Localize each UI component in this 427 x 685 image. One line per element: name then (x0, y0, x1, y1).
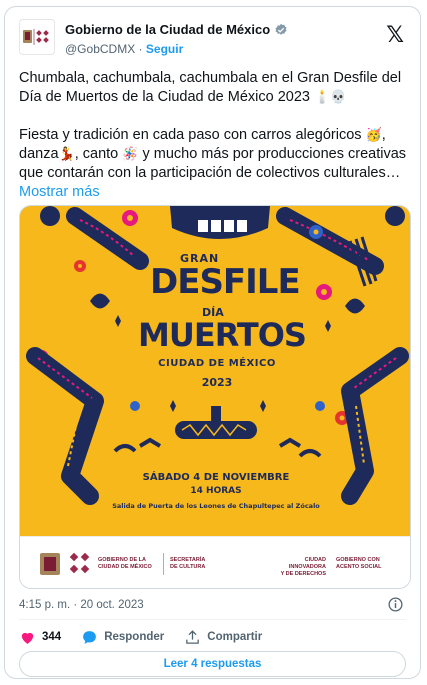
tweet-paragraph-1: Chumbala, cachumbala, cachumbala en el G… (19, 69, 411, 107)
verified-badge-icon (275, 23, 287, 35)
footer-slogan2-line2: ACENTO SOCIAL (336, 564, 382, 570)
footer-sec-line2: DE CULTURA (170, 564, 206, 570)
avatar[interactable] (19, 19, 55, 55)
tweet-text-part-a: Fiesta y tradición en cada paso con carr… (19, 127, 362, 143)
read-replies-button[interactable]: Leer 4 respuestas (19, 651, 406, 677)
tweet-text: Chumbala, cachumbala, cachumbala en el G… (19, 69, 411, 221)
reply-button[interactable]: Responder (81, 629, 164, 646)
account-handle[interactable]: @GobCDMX (65, 42, 135, 56)
footer-slogan2-line1: GOBIERNO CON (336, 557, 380, 563)
footer-slogan2: GOBIERNO CON ACENTO SOCIAL (336, 557, 381, 571)
poster-time: 14 HORAS (190, 486, 242, 496)
share-upload-icon (186, 629, 200, 644)
party-face-emoji-icon: 🥳 (365, 128, 382, 143)
footer-separator (163, 553, 164, 575)
show-more-link[interactable]: Mostrar más (19, 184, 100, 200)
reply-label: Responder (104, 631, 165, 643)
tweet-text-part-c: , canto (74, 146, 119, 162)
pinata-emoji-icon: 🪅 (122, 147, 139, 162)
footer-slogan1-line1: CIUDAD INNOVADORA (288, 557, 326, 570)
poster-title-desfile: DESFILE (150, 262, 301, 302)
heart-icon (21, 632, 34, 644)
coat-of-arms-icon (40, 553, 60, 575)
footer-slogan1: CIUDAD INNOVADORA Y DE DERECHOS (266, 557, 326, 578)
tweet-media[interactable]: GRAN DESFILE DÍA MUERTOS CIUDAD DE MÉXIC… (19, 205, 411, 589)
tweet-paragraph-2: Fiesta y tradición en cada paso con carr… (19, 126, 411, 202)
share-button[interactable]: Compartir (184, 629, 262, 646)
footer-sec-text: SECRETARÍA DE CULTURA (170, 557, 205, 571)
like-count: 344 (42, 631, 62, 643)
cdmx-pattern-icon (69, 552, 90, 574)
dancer-emoji-icon: 💃 (58, 147, 75, 162)
x-logo-icon[interactable]: 𝕏 (386, 23, 404, 48)
poster-route: Salida de Puerta de los Leones de Chapul… (112, 502, 320, 510)
account-name[interactable]: Gobierno de la Ciudad de México (65, 22, 270, 37)
poster-title-muertos: MUERTOS (138, 316, 307, 354)
footer-gov-line1: GOBIERNO DE LA (98, 557, 146, 563)
account-meta: @GobCDMX · Seguir (65, 42, 183, 56)
follow-button[interactable]: Seguir (146, 42, 183, 56)
like-button[interactable]: 344 (19, 629, 61, 646)
candle-skull-emoji-icon: 🕯️💀 (314, 90, 347, 105)
poster-title-year: 2023 (201, 376, 233, 389)
divider (19, 619, 406, 620)
info-icon[interactable] (387, 596, 404, 613)
footer-sec-line1: SECRETARÍA (170, 557, 206, 563)
tweet-header: Gobierno de la Ciudad de México @GobCDMX… (19, 19, 406, 59)
poster-title-city: CIUDAD DE MÉXICO (158, 358, 276, 369)
footer-gov-text: GOBIERNO DE LA CIUDAD DE MÉXICO (98, 557, 152, 571)
poster-date: SÁBADO 4 DE NOVIEMBRE (142, 472, 290, 483)
reply-bubble-icon (83, 630, 97, 644)
poster-footer: GOBIERNO DE LA CIUDAD DE MÉXICO SECRETAR… (20, 536, 410, 588)
share-label: Compartir (207, 631, 263, 643)
tweet-card[interactable]: Gobierno de la Ciudad de México @GobCDMX… (4, 6, 421, 679)
cdmx-logo-icon (23, 29, 49, 45)
meta-separator: · (138, 42, 143, 56)
tweet-timestamp[interactable]: 4:15 p. m. · 20 oct. 2023 (19, 599, 144, 611)
footer-gov-line2: CIUDAD DE MÉXICO (98, 564, 152, 570)
account-name-row[interactable]: Gobierno de la Ciudad de México (65, 22, 288, 37)
tweet-actions: 344 Responder Compartir (19, 627, 282, 647)
footer-slogan1-line2: Y DE DERECHOS (280, 571, 326, 577)
